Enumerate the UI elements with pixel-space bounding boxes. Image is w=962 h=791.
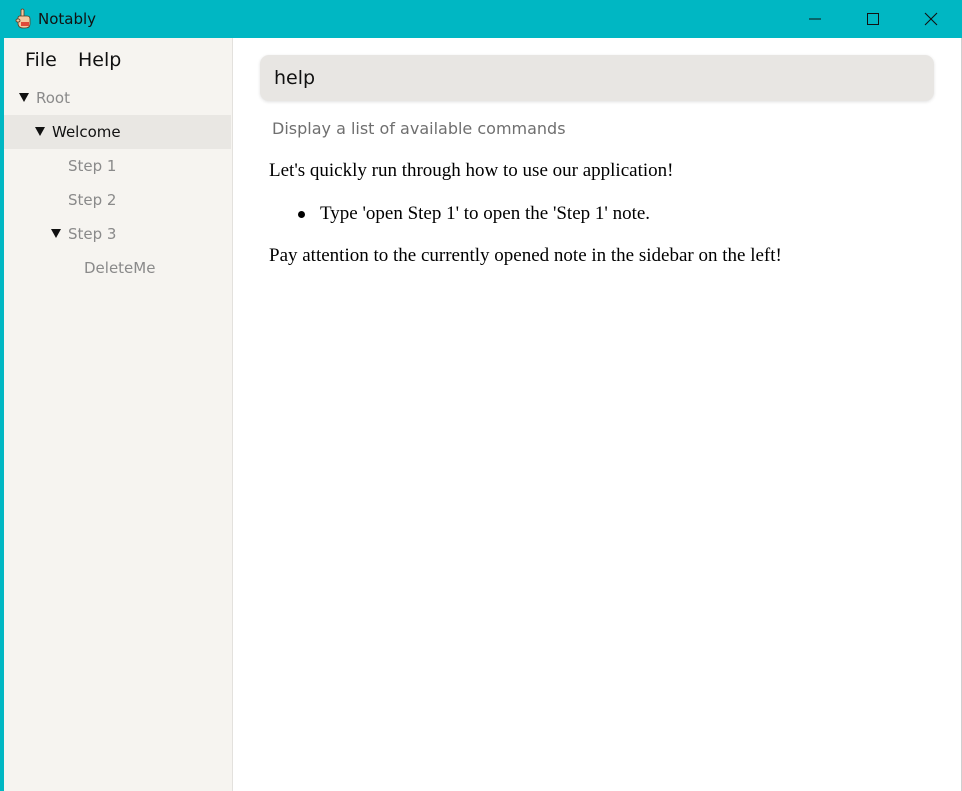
close-button[interactable] [902,0,960,38]
tree-item-label: DeleteMe [84,259,156,277]
menu-bar: File Help [4,38,233,84]
expand-arrow-icon[interactable] [35,127,45,136]
tree-item-label: Step 3 [68,225,117,243]
tree-item-step-1[interactable]: Step 1 [4,149,231,183]
window-title: Notably [38,10,97,28]
note-bullet-list: Type 'open Step 1' to open the 'Step 1' … [269,201,650,227]
tree-item-label: Step 1 [68,157,117,175]
menu-file[interactable]: File [25,49,57,71]
tree-item-step-2[interactable]: Step 2 [4,183,231,217]
note-bullet-item: Type 'open Step 1' to open the 'Step 1' … [269,201,650,227]
tree-item-welcome[interactable]: Welcome [4,115,231,149]
app-window: Notably File Help Root Welcome Step 1 St… [0,0,962,791]
tree-item-label: Welcome [52,123,121,141]
minimize-icon [809,18,821,20]
tree-item-step-3[interactable]: Step 3 [4,217,231,251]
tree-item-label: Step 2 [68,191,117,209]
command-box[interactable] [260,55,934,101]
main-panel: Display a list of available commands Let… [233,38,961,791]
bullet-icon [298,211,305,218]
sidebar: File Help Root Welcome Step 1 Step 2 Ste… [4,38,233,791]
expand-arrow-icon[interactable] [19,93,29,102]
note-outro: Pay attention to the currently opened no… [269,245,782,266]
command-hint: Display a list of available commands [272,119,566,138]
app-logo-icon [14,8,34,30]
minimize-button[interactable] [786,0,844,38]
note-bullet-text: Type 'open Step 1' to open the 'Step 1' … [320,203,651,224]
maximize-icon [867,13,879,25]
close-icon [924,12,938,26]
tree-item-deleteme[interactable]: DeleteMe [4,251,231,285]
expand-arrow-icon[interactable] [51,229,61,238]
menu-help[interactable]: Help [78,49,121,71]
tree-item-label: Root [36,89,70,107]
title-bar[interactable]: Notably [0,0,962,38]
note-intro: Let's quickly run through how to use our… [269,160,674,181]
tree-item-root[interactable]: Root [4,81,231,115]
command-input[interactable] [274,55,914,101]
maximize-button[interactable] [844,0,902,38]
